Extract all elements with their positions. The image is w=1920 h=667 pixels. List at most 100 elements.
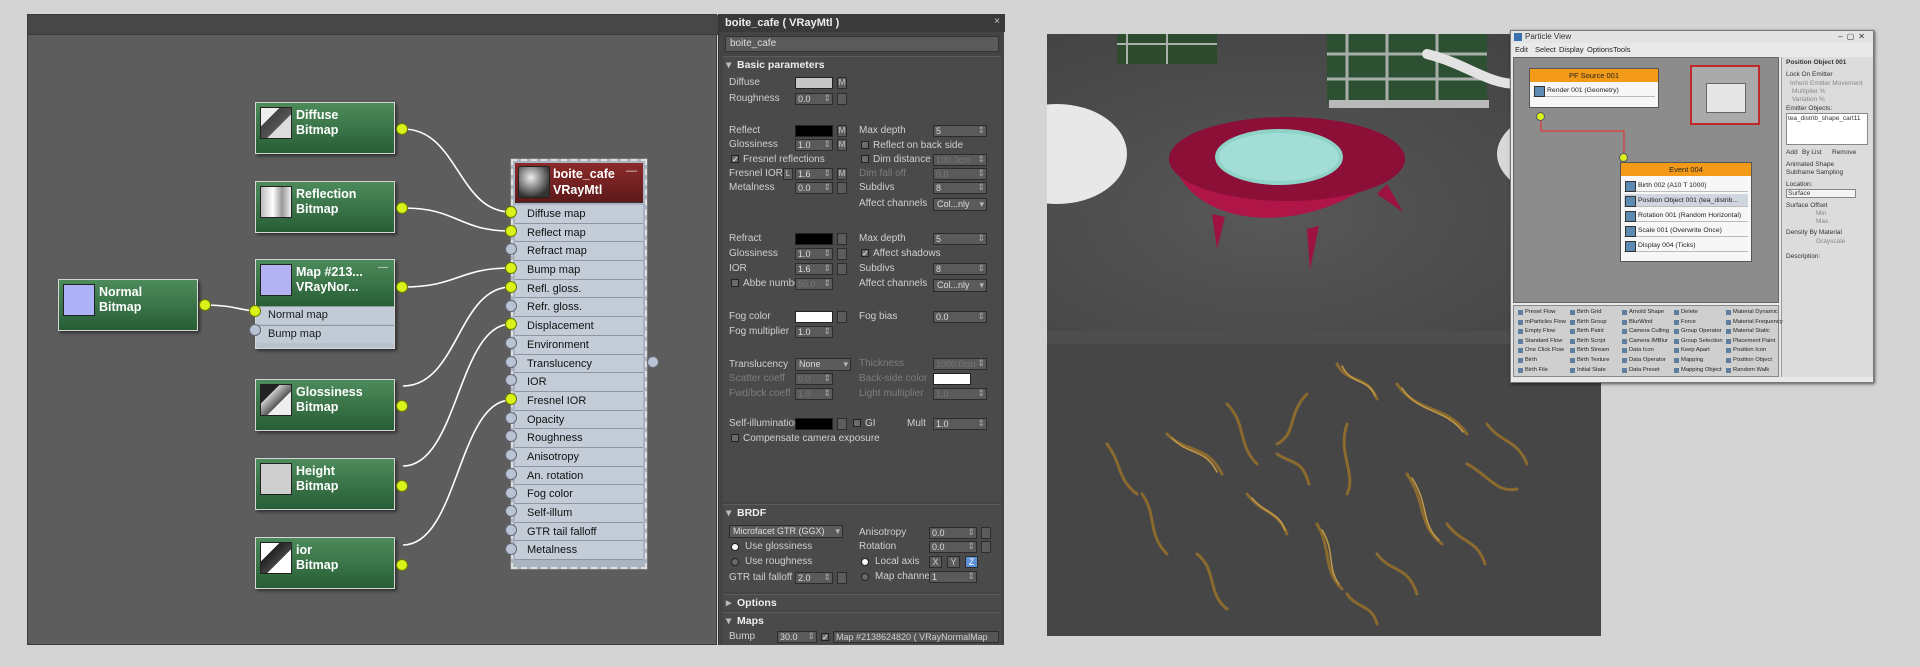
reflect-subdivs-spinner[interactable]: 8 — [933, 182, 987, 194]
translucency-dropdown[interactable]: None — [795, 358, 851, 371]
dim-falloff-spinner[interactable]: 0.0 — [933, 168, 987, 180]
depot-item[interactable]: Data Preset — [1622, 367, 1660, 373]
by-list-button[interactable]: By List — [1802, 149, 1822, 156]
multiplier-spinner[interactable]: Multiplier % — [1792, 88, 1826, 95]
reflect-back-checkbox[interactable] — [861, 141, 869, 149]
animated-shape-checkbox[interactable]: Animated Shape — [1786, 161, 1834, 168]
lock-on-emitter-checkbox[interactable]: Lock On Emitter — [1786, 71, 1833, 78]
depot-item[interactable]: Force — [1674, 319, 1696, 325]
operator-render[interactable]: Render 001 (Geometry) — [1533, 84, 1655, 97]
depot-item[interactable]: Keep Apart — [1674, 347, 1710, 354]
material-output-socket[interactable] — [647, 356, 659, 368]
glossiness-map-button[interactable]: M — [837, 139, 847, 151]
abbe-checkbox[interactable] — [731, 279, 739, 287]
output-socket[interactable] — [396, 400, 408, 412]
depot-item[interactable]: Initial State — [1570, 367, 1606, 373]
particle-flow-canvas[interactable]: PF Source 001 Render 001 (Geometry) Even… — [1513, 57, 1779, 303]
depot-item[interactable]: Material Static — [1726, 328, 1770, 335]
grayscale-dropdown[interactable]: Grayscale — [1816, 238, 1845, 245]
output-socket[interactable] — [1536, 112, 1545, 121]
axis-z-button[interactable]: Z — [965, 556, 978, 568]
refract-map-button[interactable] — [837, 233, 847, 245]
menu-tools[interactable]: Tools — [1613, 45, 1631, 54]
output-socket[interactable] — [396, 559, 408, 571]
collapse-icon[interactable]: — — [378, 262, 388, 273]
output-socket[interactable] — [396, 281, 408, 293]
use-roughness-radio[interactable] — [731, 558, 739, 566]
input-socket-normal-map[interactable] — [249, 305, 261, 317]
material-input-socket[interactable] — [505, 280, 517, 293]
operator-rotation[interactable]: Rotation 001 (Random Horizontal) — [1624, 209, 1748, 222]
depot-item[interactable]: Position Icon — [1726, 347, 1766, 354]
depot-item[interactable]: Camera IMBlur — [1622, 338, 1668, 344]
max-spinner[interactable]: Max — [1816, 218, 1828, 225]
operator-position-object[interactable]: Position Object 001 (tea_distrib... — [1624, 194, 1748, 207]
depot-item[interactable]: Delete — [1674, 309, 1698, 315]
roughness-map-button[interactable] — [837, 93, 847, 105]
collapse-icon[interactable]: — — [626, 165, 637, 177]
operator-birth[interactable]: Birth 002 (A10 T 1000) — [1624, 179, 1748, 192]
fog-bias-spinner[interactable]: 0.0 — [933, 311, 987, 323]
map-channel-spinner[interactable]: 1 — [929, 571, 977, 583]
output-socket[interactable] — [396, 123, 408, 135]
material-input-socket[interactable] — [505, 542, 517, 555]
compensate-checkbox[interactable] — [731, 434, 739, 442]
event-004[interactable]: Event 004 Birth 002 (A10 T 1000) Positio… — [1620, 162, 1752, 262]
node-vraymtl-boite-cafe[interactable]: boite_cafe VRayMtl — Diffuse map Reflect … — [510, 158, 648, 570]
location-dropdown[interactable]: Surface — [1786, 189, 1856, 198]
node-diffuse-bitmap[interactable]: Diffuse Bitmap — [255, 102, 395, 154]
material-input-socket[interactable] — [505, 393, 517, 405]
refract-color-swatch[interactable] — [795, 233, 833, 245]
node-ior-bitmap[interactable]: ior Bitmap — [255, 537, 395, 589]
fwd-bck-spinner[interactable]: 1.0 — [795, 388, 833, 400]
fog-color-swatch[interactable] — [795, 311, 833, 323]
operator-display[interactable]: Display 004 (Ticks) — [1624, 239, 1748, 252]
depot-item[interactable]: Data Operator — [1622, 357, 1666, 363]
rollout-header[interactable]: BRDF — [723, 505, 1001, 521]
glossiness-spinner[interactable]: 1.0 — [795, 139, 833, 151]
variation-spinner[interactable]: Variation % — [1792, 96, 1825, 103]
metalness-map-button[interactable] — [837, 182, 847, 194]
scatter-spinner[interactable]: 0.0 — [795, 373, 833, 385]
rollout-header[interactable]: Basic parameters — [723, 57, 1001, 73]
material-input-socket[interactable] — [505, 523, 517, 536]
dim-distance-spinner[interactable]: 100.0cm — [933, 154, 987, 166]
depot-item[interactable]: Placement Paint — [1726, 338, 1775, 344]
bump-amount-spinner[interactable]: 30.0 — [777, 631, 817, 643]
fresnel-checkbox[interactable]: ✓ — [731, 155, 739, 164]
material-input-socket[interactable] — [505, 467, 517, 480]
menu-select[interactable]: Select — [1535, 45, 1556, 54]
fog-color-map-button[interactable] — [837, 311, 847, 323]
diffuse-map-button[interactable]: M — [837, 77, 847, 89]
add-button[interactable]: Add — [1786, 149, 1798, 156]
depot-item[interactable]: Birth File — [1518, 367, 1548, 373]
refract-glossiness-spinner[interactable]: 1.0 — [795, 248, 833, 260]
ior-spinner[interactable]: 1.6 — [795, 263, 833, 275]
output-socket[interactable] — [396, 480, 408, 492]
depot-item[interactable]: Birth Paint — [1570, 328, 1604, 335]
density-checkbox[interactable]: Density By Material — [1786, 229, 1842, 236]
use-glossiness-radio[interactable] — [731, 543, 739, 551]
material-input-socket[interactable] — [505, 355, 517, 368]
material-input-socket[interactable] — [505, 206, 517, 218]
window-controls-icon[interactable]: –▢✕ — [1838, 32, 1869, 41]
depot-item[interactable]: Material Frequency — [1726, 319, 1783, 325]
remove-button[interactable]: Remove — [1832, 149, 1856, 156]
depot-item[interactable]: Birth Grid — [1570, 309, 1601, 315]
rotation-map-button[interactable] — [981, 541, 991, 553]
bump-map-slot-button[interactable]: Map #2138624820 ( VRayNormalMap — [833, 631, 999, 643]
material-input-socket[interactable] — [505, 486, 517, 499]
depot-item[interactable]: Camera Culling — [1622, 328, 1669, 335]
node-normal-bitmap[interactable]: Normal Bitmap — [58, 279, 198, 331]
self-illum-mult-spinner[interactable]: 1.0 — [933, 418, 987, 430]
fresnel-ior-map-button[interactable]: M — [837, 168, 847, 180]
reflect-color-swatch[interactable] — [795, 125, 833, 137]
gi-checkbox[interactable] — [853, 419, 861, 427]
gtr-map-button[interactable] — [837, 572, 847, 584]
fog-multiplier-spinner[interactable]: 1.0 — [795, 326, 833, 338]
reflect-map-button[interactable]: M — [837, 125, 847, 137]
material-input-socket[interactable] — [505, 224, 517, 237]
anisotropy-map-button[interactable] — [981, 527, 991, 539]
depot-item[interactable]: Birth Stream — [1570, 347, 1609, 354]
diffuse-color-swatch[interactable] — [795, 77, 833, 89]
